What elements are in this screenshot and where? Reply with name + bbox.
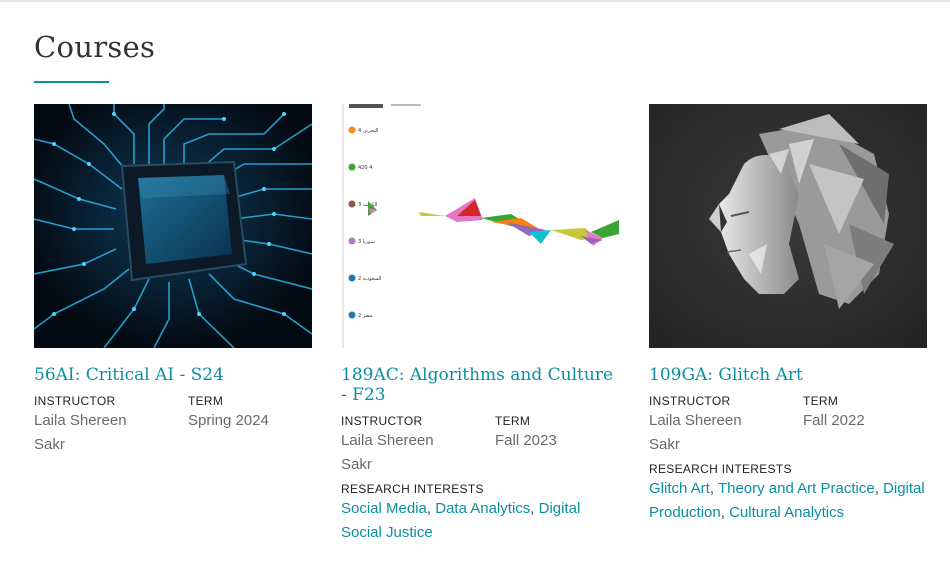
- legend-item: 2 السعودية: [358, 276, 381, 282]
- course-card: البحرين 4 420 4 3 الكويت 3 سوريا 2 السعو…: [341, 104, 619, 545]
- title-underline: [34, 81, 109, 83]
- instructor-label: INSTRUCTOR: [34, 394, 116, 408]
- top-border: [0, 0, 950, 2]
- interest-link-cultural-analytics[interactable]: Cultural Analytics: [729, 504, 844, 521]
- research-interests-list: Social Media, Data Analytics, Digital So…: [341, 500, 581, 541]
- research-interests-list: Glitch Art, Theory and Art Practice, Dig…: [649, 480, 925, 521]
- course-image-glitch-face[interactable]: [649, 104, 927, 348]
- course-image-data-chart[interactable]: البحرين 4 420 4 3 الكويت 3 سوريا 2 السعو…: [341, 104, 619, 348]
- term-label: TERM: [495, 414, 531, 428]
- research-interests-label: RESEARCH INTERESTS: [341, 482, 484, 496]
- legend-item: 2 مصر: [358, 313, 373, 319]
- course-title[interactable]: 189AC: Algorithms and Culture - F23: [341, 365, 619, 405]
- legend-item: 3 الكويت: [358, 202, 377, 208]
- term-value: Fall 2022: [803, 412, 865, 429]
- legend-item: البحرين 4: [358, 128, 378, 134]
- course-card: 109GA: Glitch Art INSTRUCTOR Laila Shere…: [649, 104, 927, 525]
- research-interests-label: RESEARCH INTERESTS: [649, 462, 792, 476]
- instructor-label: INSTRUCTOR: [341, 414, 423, 428]
- course-title[interactable]: 56AI: Critical AI - S24: [34, 365, 312, 385]
- term-label: TERM: [803, 394, 839, 408]
- term-label: TERM: [188, 394, 224, 408]
- interest-link-glitch-art[interactable]: Glitch Art: [649, 480, 710, 497]
- page-title: Courses: [34, 30, 156, 64]
- interest-link-theory-art-practice[interactable]: Theory and Art Practice: [718, 480, 875, 497]
- course-image-ai-chip[interactable]: [34, 104, 312, 348]
- interest-link-social-media[interactable]: Social Media: [341, 500, 427, 517]
- instructor-name: Laila Shereen Sakr: [341, 432, 434, 473]
- instructor-name: Laila Shereen Sakr: [34, 412, 127, 453]
- instructor-label: INSTRUCTOR: [649, 394, 731, 408]
- term-value: Spring 2024: [188, 412, 269, 429]
- legend-item: 3 سوريا: [358, 239, 375, 245]
- legend-item: 420 4: [358, 165, 372, 171]
- term-value: Fall 2023: [495, 432, 557, 449]
- instructor-name: Laila Shereen Sakr: [649, 412, 742, 453]
- interest-link-data-analytics[interactable]: Data Analytics: [435, 500, 530, 517]
- course-card: 56AI: Critical AI - S24 INSTRUCTOR Laila…: [34, 104, 312, 457]
- course-title[interactable]: 109GA: Glitch Art: [649, 365, 927, 385]
